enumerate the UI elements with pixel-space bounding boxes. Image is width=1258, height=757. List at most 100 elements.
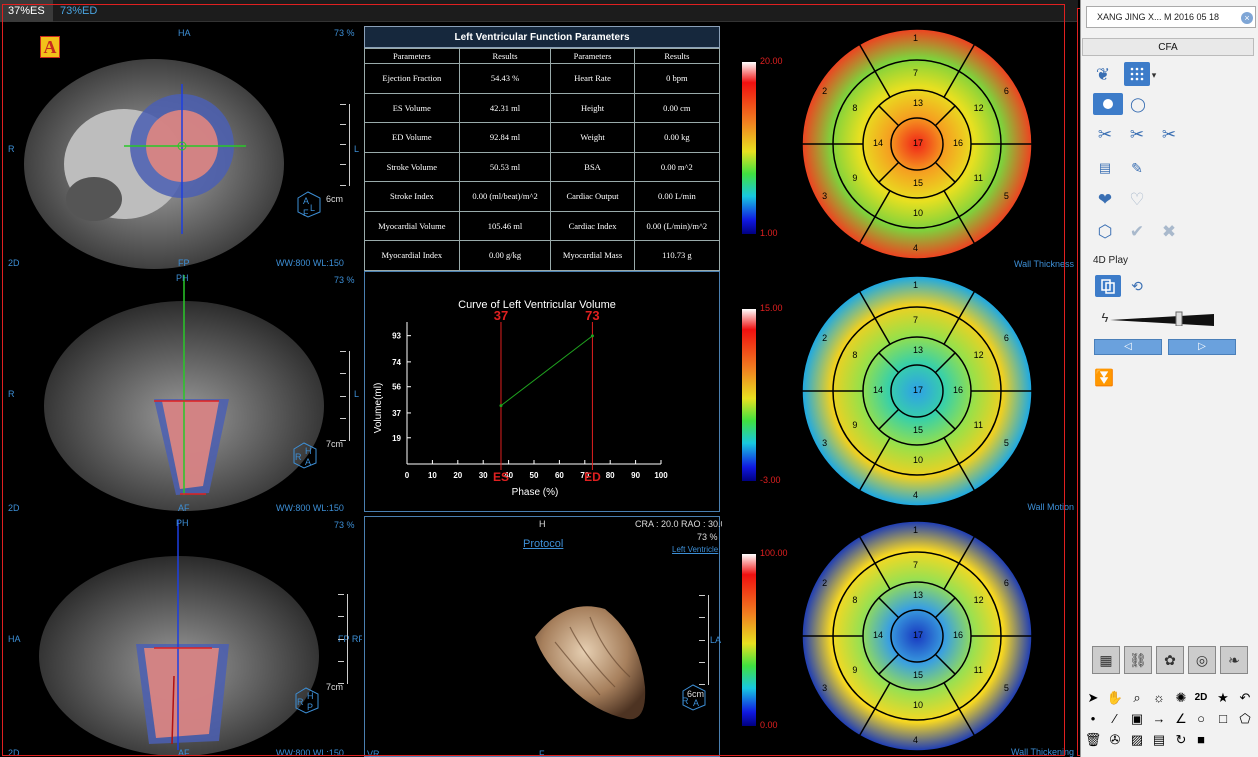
two-chamber-view[interactable]: PH 73 % HA FP RP AF 2D WW:800 WL:150 7cm… xyxy=(4,516,362,757)
table-cell: Stroke Index xyxy=(364,181,460,212)
phase-marker-bottom-label: ES xyxy=(493,470,509,484)
segment-label: 4 xyxy=(913,735,919,745)
link-icon[interactable]: ⛓ xyxy=(1124,646,1152,674)
speed-slider[interactable] xyxy=(1110,310,1214,327)
phase-marker-bottom-label: ED xyxy=(584,470,601,484)
orientation-bottom: AF xyxy=(178,748,190,757)
table-cell: 0.00 (ml/beat)/m^2 xyxy=(458,181,552,212)
grid-icon[interactable] xyxy=(1124,62,1150,86)
bullseye-panel[interactable]: 20.00 1.00 Wall Thickness 1 6 5 4 3 2 7 12 11 10 9 8 13… xyxy=(722,24,1076,269)
segment-label: 15 xyxy=(913,425,924,435)
long-axis-ct-image xyxy=(44,275,324,511)
es-ed-icon[interactable]: ▤ xyxy=(1092,155,1118,181)
patient-selector[interactable]: XANG JING X... M 2016 05 18 xyxy=(1086,6,1256,28)
volume-series-line xyxy=(500,335,593,407)
y-tick-label: 74 xyxy=(392,358,401,367)
heart-tool-icon[interactable]: ✿ xyxy=(1156,646,1184,674)
axial-view[interactable]: HA 73 % R L FP 2D WW:800 WL:150 6cm A L … xyxy=(4,24,362,269)
layout-icon[interactable]: ▦ xyxy=(1092,646,1120,674)
contour-icon[interactable]: ⬡ xyxy=(1092,219,1118,245)
scissors-icon[interactable]: ✂ xyxy=(1124,122,1150,148)
segment-label: 7 xyxy=(913,315,919,325)
tab-37-es[interactable]: 37%ES xyxy=(0,0,53,22)
loop-icon[interactable]: ⟲ xyxy=(1124,273,1150,299)
scissors-icon[interactable]: ✂ xyxy=(1156,122,1182,148)
polygon-icon[interactable]: ⬠ xyxy=(1235,709,1255,729)
heart-segment-icon[interactable]: ❦ xyxy=(1090,62,1116,88)
arrow-icon[interactable]: → xyxy=(1149,709,1169,729)
model-icon[interactable]: ❧ xyxy=(1220,646,1248,674)
window-level: WW:800 WL:150 xyxy=(276,748,344,757)
rectangle-icon[interactable]: □ xyxy=(1213,709,1233,729)
line-icon[interactable]: ∕ xyxy=(1105,709,1125,729)
hand-icon[interactable]: ✋ xyxy=(1105,688,1125,708)
record-icon[interactable]: ■ xyxy=(1191,730,1211,750)
copy-icon[interactable] xyxy=(1095,275,1121,297)
bullseye-plot xyxy=(801,28,1033,260)
star-icon[interactable]: ★ xyxy=(1213,688,1233,708)
chevron-down-icon[interactable]: ▾ xyxy=(1148,62,1160,88)
segment-label: 10 xyxy=(913,208,924,218)
trash-icon[interactable]: 🗑 xyxy=(1083,730,1103,750)
segment-label: 8 xyxy=(852,103,858,113)
segment-label: 3 xyxy=(822,682,828,693)
volume-render-view[interactable]: H CRA : 20.0 RAO : 30.0 73 % Left Ventri… xyxy=(364,516,726,757)
save-icon[interactable]: ▤ xyxy=(1149,730,1169,750)
segment-label: 12 xyxy=(973,595,984,605)
tab-73-ed[interactable]: 73%ED xyxy=(52,0,105,22)
scale-ruler xyxy=(699,595,709,685)
segment-label: 1 xyxy=(913,280,919,290)
pointer-icon[interactable]: ➤ xyxy=(1083,688,1103,708)
close-x-icon[interactable]: ✖ xyxy=(1156,219,1182,245)
bullseye-panel[interactable]: 100.00 0.00 Wall Thickening 1 6 5 4 3 2 7 12 11 10 9 8… xyxy=(722,516,1076,757)
segment-label: 15 xyxy=(913,178,924,188)
film-icon[interactable]: ✇ xyxy=(1105,730,1125,750)
table-cell: Weight xyxy=(550,122,635,153)
table-cell: 0.00 g/kg xyxy=(458,240,552,271)
text-box-icon[interactable]: ▣ xyxy=(1127,709,1147,729)
y-tick-label: 56 xyxy=(392,383,401,392)
angle-icon[interactable]: ∠ xyxy=(1171,709,1191,729)
table-cell: Cardiac Index xyxy=(550,210,635,241)
view-mode: 2D xyxy=(8,258,20,268)
orientation-cube: R A xyxy=(679,683,707,711)
auto-window-icon[interactable]: ✺ xyxy=(1171,688,1191,708)
table-cell: Height xyxy=(550,92,635,123)
heart-outline-icon[interactable]: ♡ xyxy=(1124,187,1150,213)
window-level-icon[interactable]: ☼ xyxy=(1149,688,1169,708)
window-level: WW:800 WL:150 xyxy=(276,258,344,268)
dot-icon[interactable]: • xyxy=(1083,709,1103,729)
circle-toggle-icon[interactable]: ◯ xyxy=(1124,91,1152,117)
header-cell: Results xyxy=(458,48,552,64)
segment-label: 8 xyxy=(852,595,858,605)
x-tick-label: 10 xyxy=(428,471,437,480)
2d-icon[interactable]: 2D xyxy=(1191,688,1211,708)
next-frame-button[interactable]: ▷ xyxy=(1168,339,1236,355)
table-cell: BSA xyxy=(550,151,635,182)
phase-percent: 73 % xyxy=(334,275,355,285)
brightness-toggle[interactable] xyxy=(1093,93,1123,115)
table-cell: ES Volume xyxy=(364,92,460,123)
sync-icon[interactable]: ◎ xyxy=(1188,646,1216,674)
bullseye-panel[interactable]: 15.00 -3.00 Wall Motion 1 6 5 4 3 2 7 12 11 10 9 8 13 16… xyxy=(722,271,1076,512)
previous-frame-button[interactable]: ◁ xyxy=(1094,339,1162,355)
long-axis-view[interactable]: PH 73 % R L AF 2D WW:800 WL:150 7cm H R … xyxy=(4,271,362,512)
close-icon[interactable]: × xyxy=(1241,12,1253,24)
reset-icon[interactable]: ↻ xyxy=(1171,730,1191,750)
check-icon[interactable]: ✔ xyxy=(1124,219,1150,245)
lv-volume-curve-panel[interactable]: Curve of Left Ventricular Volume Phase (… xyxy=(364,271,720,512)
two-chamber-ct-image xyxy=(39,520,319,756)
segment-label: 13 xyxy=(913,98,924,108)
image-icon[interactable]: ▨ xyxy=(1127,730,1147,750)
table-title: Left Ventricular Function Parameters xyxy=(364,26,720,48)
expand-down-icon[interactable]: ⏬ xyxy=(1091,366,1117,392)
undo-icon[interactable]: ↶ xyxy=(1235,688,1255,708)
phase-marker-label: 73 xyxy=(585,308,599,323)
edit-icon[interactable]: ✎ xyxy=(1124,155,1150,181)
table-row: Ejection Fraction 54.43 % Heart Rate 0 bpm xyxy=(364,63,721,94)
heart-icon[interactable]: ❤ xyxy=(1092,187,1118,213)
zoom-icon[interactable]: ⌕ xyxy=(1127,688,1147,708)
volume-data-point xyxy=(590,334,594,338)
ellipse-icon[interactable]: ○ xyxy=(1191,709,1211,729)
scissors-icon[interactable]: ✂ xyxy=(1092,122,1118,148)
